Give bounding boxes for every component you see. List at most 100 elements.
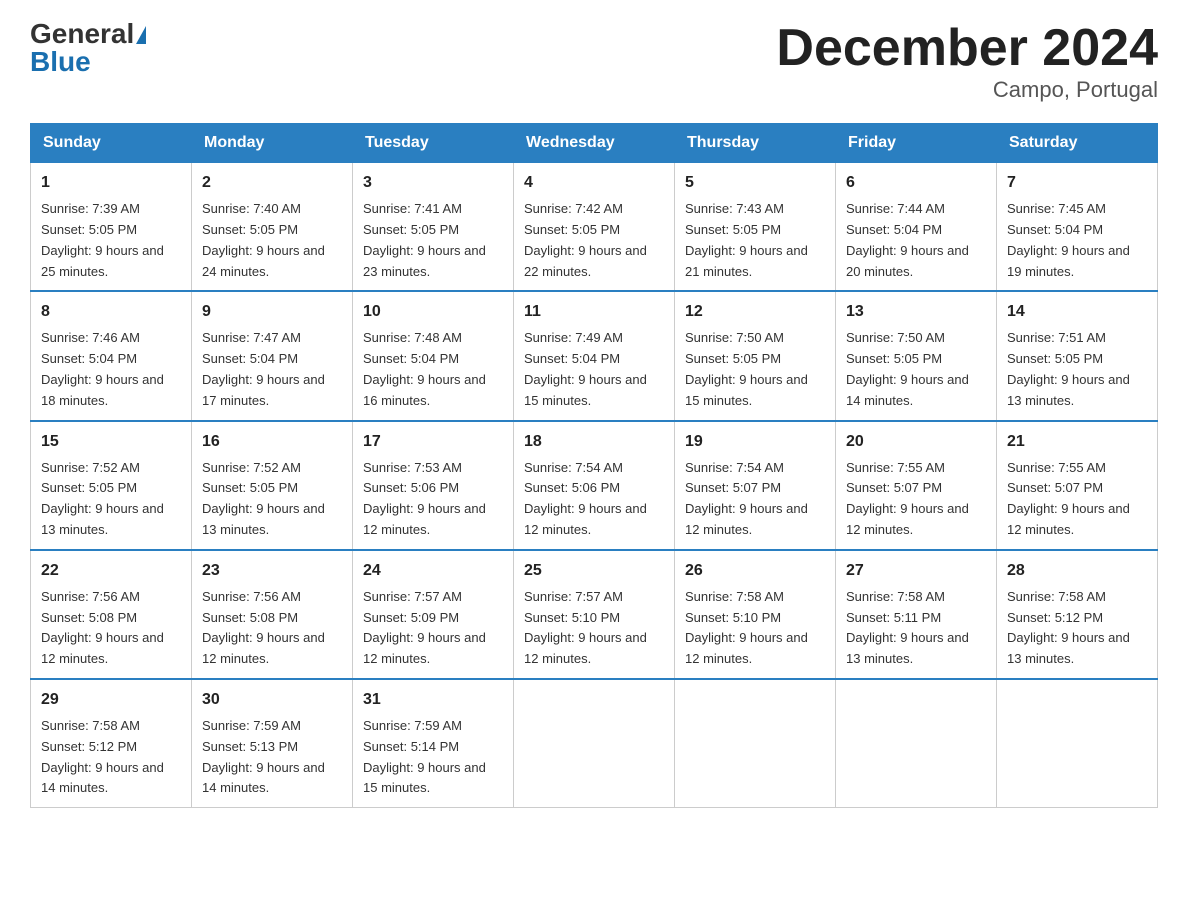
table-row [675, 679, 836, 808]
day-info: Sunrise: 7:47 AMSunset: 5:04 PMDaylight:… [202, 330, 325, 407]
table-row: 19 Sunrise: 7:54 AMSunset: 5:07 PMDaylig… [675, 421, 836, 550]
table-row: 26 Sunrise: 7:58 AMSunset: 5:10 PMDaylig… [675, 550, 836, 679]
table-row [997, 679, 1158, 808]
day-number: 12 [685, 300, 825, 324]
day-info: Sunrise: 7:54 AMSunset: 5:06 PMDaylight:… [524, 460, 647, 537]
table-row: 24 Sunrise: 7:57 AMSunset: 5:09 PMDaylig… [353, 550, 514, 679]
table-row: 10 Sunrise: 7:48 AMSunset: 5:04 PMDaylig… [353, 291, 514, 420]
day-number: 19 [685, 430, 825, 454]
table-row: 6 Sunrise: 7:44 AMSunset: 5:04 PMDayligh… [836, 163, 997, 292]
table-row: 31 Sunrise: 7:59 AMSunset: 5:14 PMDaylig… [353, 679, 514, 808]
table-row [514, 679, 675, 808]
logo-triangle-icon [136, 26, 146, 44]
header-wednesday: Wednesday [514, 124, 675, 163]
day-number: 5 [685, 171, 825, 195]
day-info: Sunrise: 7:44 AMSunset: 5:04 PMDaylight:… [846, 201, 969, 278]
table-row: 18 Sunrise: 7:54 AMSunset: 5:06 PMDaylig… [514, 421, 675, 550]
day-info: Sunrise: 7:58 AMSunset: 5:11 PMDaylight:… [846, 589, 969, 666]
day-info: Sunrise: 7:43 AMSunset: 5:05 PMDaylight:… [685, 201, 808, 278]
logo-text: General [30, 20, 146, 48]
day-number: 16 [202, 430, 342, 454]
header-tuesday: Tuesday [353, 124, 514, 163]
day-number: 2 [202, 171, 342, 195]
table-row: 23 Sunrise: 7:56 AMSunset: 5:08 PMDaylig… [192, 550, 353, 679]
table-row: 22 Sunrise: 7:56 AMSunset: 5:08 PMDaylig… [31, 550, 192, 679]
header-saturday: Saturday [997, 124, 1158, 163]
table-row: 27 Sunrise: 7:58 AMSunset: 5:11 PMDaylig… [836, 550, 997, 679]
day-number: 10 [363, 300, 503, 324]
day-info: Sunrise: 7:55 AMSunset: 5:07 PMDaylight:… [1007, 460, 1130, 537]
day-number: 29 [41, 688, 181, 712]
day-number: 14 [1007, 300, 1147, 324]
table-row: 3 Sunrise: 7:41 AMSunset: 5:05 PMDayligh… [353, 163, 514, 292]
day-info: Sunrise: 7:48 AMSunset: 5:04 PMDaylight:… [363, 330, 486, 407]
header-sunday: Sunday [31, 124, 192, 163]
day-number: 1 [41, 171, 181, 195]
day-number: 9 [202, 300, 342, 324]
day-info: Sunrise: 7:52 AMSunset: 5:05 PMDaylight:… [41, 460, 164, 537]
page-subtitle: Campo, Portugal [776, 77, 1158, 103]
day-info: Sunrise: 7:58 AMSunset: 5:12 PMDaylight:… [41, 718, 164, 795]
day-number: 13 [846, 300, 986, 324]
calendar-body: 1 Sunrise: 7:39 AMSunset: 5:05 PMDayligh… [31, 163, 1158, 808]
day-info: Sunrise: 7:54 AMSunset: 5:07 PMDaylight:… [685, 460, 808, 537]
page-title: December 2024 [776, 20, 1158, 77]
table-row: 9 Sunrise: 7:47 AMSunset: 5:04 PMDayligh… [192, 291, 353, 420]
table-row: 29 Sunrise: 7:58 AMSunset: 5:12 PMDaylig… [31, 679, 192, 808]
table-row: 21 Sunrise: 7:55 AMSunset: 5:07 PMDaylig… [997, 421, 1158, 550]
calendar-week-5: 29 Sunrise: 7:58 AMSunset: 5:12 PMDaylig… [31, 679, 1158, 808]
day-number: 23 [202, 559, 342, 583]
table-row: 5 Sunrise: 7:43 AMSunset: 5:05 PMDayligh… [675, 163, 836, 292]
day-info: Sunrise: 7:56 AMSunset: 5:08 PMDaylight:… [41, 589, 164, 666]
day-info: Sunrise: 7:45 AMSunset: 5:04 PMDaylight:… [1007, 201, 1130, 278]
day-info: Sunrise: 7:58 AMSunset: 5:10 PMDaylight:… [685, 589, 808, 666]
day-info: Sunrise: 7:42 AMSunset: 5:05 PMDaylight:… [524, 201, 647, 278]
day-number: 22 [41, 559, 181, 583]
table-row: 4 Sunrise: 7:42 AMSunset: 5:05 PMDayligh… [514, 163, 675, 292]
logo: General Blue [30, 20, 146, 76]
day-number: 11 [524, 300, 664, 324]
day-info: Sunrise: 7:50 AMSunset: 5:05 PMDaylight:… [846, 330, 969, 407]
calendar-week-4: 22 Sunrise: 7:56 AMSunset: 5:08 PMDaylig… [31, 550, 1158, 679]
day-info: Sunrise: 7:53 AMSunset: 5:06 PMDaylight:… [363, 460, 486, 537]
day-info: Sunrise: 7:40 AMSunset: 5:05 PMDaylight:… [202, 201, 325, 278]
day-number: 20 [846, 430, 986, 454]
table-row: 7 Sunrise: 7:45 AMSunset: 5:04 PMDayligh… [997, 163, 1158, 292]
day-info: Sunrise: 7:52 AMSunset: 5:05 PMDaylight:… [202, 460, 325, 537]
calendar-week-3: 15 Sunrise: 7:52 AMSunset: 5:05 PMDaylig… [31, 421, 1158, 550]
table-row: 25 Sunrise: 7:57 AMSunset: 5:10 PMDaylig… [514, 550, 675, 679]
day-info: Sunrise: 7:57 AMSunset: 5:09 PMDaylight:… [363, 589, 486, 666]
day-info: Sunrise: 7:57 AMSunset: 5:10 PMDaylight:… [524, 589, 647, 666]
header-thursday: Thursday [675, 124, 836, 163]
day-number: 31 [363, 688, 503, 712]
day-number: 21 [1007, 430, 1147, 454]
day-number: 15 [41, 430, 181, 454]
table-row: 14 Sunrise: 7:51 AMSunset: 5:05 PMDaylig… [997, 291, 1158, 420]
day-number: 8 [41, 300, 181, 324]
table-row: 15 Sunrise: 7:52 AMSunset: 5:05 PMDaylig… [31, 421, 192, 550]
table-row: 28 Sunrise: 7:58 AMSunset: 5:12 PMDaylig… [997, 550, 1158, 679]
day-info: Sunrise: 7:58 AMSunset: 5:12 PMDaylight:… [1007, 589, 1130, 666]
day-info: Sunrise: 7:39 AMSunset: 5:05 PMDaylight:… [41, 201, 164, 278]
day-number: 18 [524, 430, 664, 454]
logo-blue: Blue [30, 48, 91, 76]
day-info: Sunrise: 7:49 AMSunset: 5:04 PMDaylight:… [524, 330, 647, 407]
day-info: Sunrise: 7:59 AMSunset: 5:13 PMDaylight:… [202, 718, 325, 795]
day-info: Sunrise: 7:51 AMSunset: 5:05 PMDaylight:… [1007, 330, 1130, 407]
calendar-week-2: 8 Sunrise: 7:46 AMSunset: 5:04 PMDayligh… [31, 291, 1158, 420]
day-info: Sunrise: 7:41 AMSunset: 5:05 PMDaylight:… [363, 201, 486, 278]
table-row: 2 Sunrise: 7:40 AMSunset: 5:05 PMDayligh… [192, 163, 353, 292]
day-number: 3 [363, 171, 503, 195]
table-row: 12 Sunrise: 7:50 AMSunset: 5:05 PMDaylig… [675, 291, 836, 420]
header-friday: Friday [836, 124, 997, 163]
day-number: 17 [363, 430, 503, 454]
day-number: 6 [846, 171, 986, 195]
table-row: 8 Sunrise: 7:46 AMSunset: 5:04 PMDayligh… [31, 291, 192, 420]
calendar-table: Sunday Monday Tuesday Wednesday Thursday… [30, 123, 1158, 808]
table-row: 13 Sunrise: 7:50 AMSunset: 5:05 PMDaylig… [836, 291, 997, 420]
day-info: Sunrise: 7:55 AMSunset: 5:07 PMDaylight:… [846, 460, 969, 537]
day-number: 28 [1007, 559, 1147, 583]
table-row: 1 Sunrise: 7:39 AMSunset: 5:05 PMDayligh… [31, 163, 192, 292]
page-header: General Blue December 2024 Campo, Portug… [30, 20, 1158, 103]
day-info: Sunrise: 7:59 AMSunset: 5:14 PMDaylight:… [363, 718, 486, 795]
